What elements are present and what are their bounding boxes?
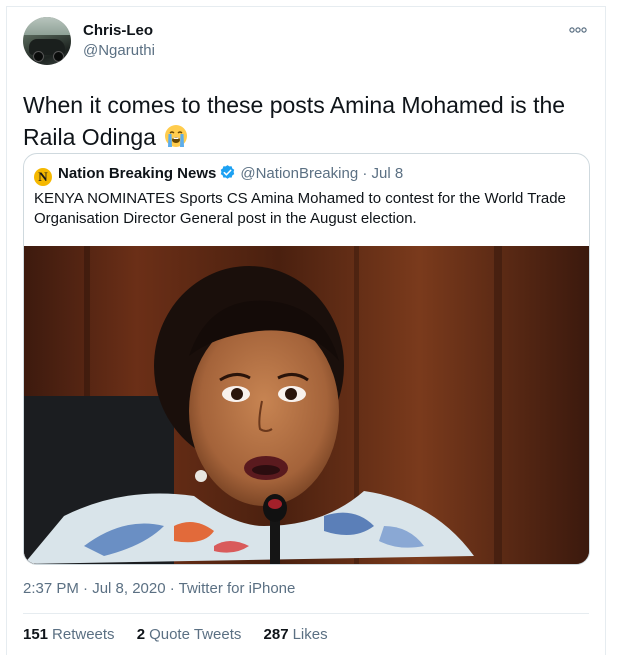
tweet-card: Chris-Leo @Ngaruthi When it comes to the… bbox=[6, 6, 606, 655]
retweets-count: 151 bbox=[23, 626, 49, 643]
quote-tweets-stat[interactable]: 2 Quote Tweets bbox=[137, 626, 242, 643]
retweets-label: Retweets bbox=[52, 626, 115, 643]
quoted-tweet-text: KENYA NOMINATES Sports CS Amina Mohamed … bbox=[34, 190, 566, 227]
likes-stat[interactable]: 287 Likes bbox=[264, 626, 328, 643]
nation-logo-icon: N bbox=[34, 168, 52, 186]
quoted-display-name[interactable]: Nation Breaking News bbox=[58, 165, 216, 182]
loudly-crying-face-icon bbox=[164, 124, 188, 148]
quoted-tweet[interactable]: N Nation Breaking News @NationBreaking · … bbox=[23, 153, 590, 565]
quoted-tweet-header: N Nation Breaking News @NationBreaking · … bbox=[34, 164, 579, 186]
divider bbox=[23, 613, 589, 614]
quote-tweets-count: 2 bbox=[136, 626, 146, 643]
likes-label: Likes bbox=[292, 626, 328, 643]
tweet-header: Chris-Leo @Ngaruthi bbox=[23, 17, 591, 69]
separator-dot: · bbox=[362, 165, 368, 182]
likes-count: 287 bbox=[263, 626, 289, 643]
author-handle[interactable]: @Ngaruthi bbox=[83, 41, 155, 61]
tweet-stats: 151 Retweets 2 Quote Tweets 287 Likes bbox=[23, 625, 346, 645]
tweet-text: When it comes to these posts Amina Moham… bbox=[23, 89, 588, 153]
tweet-timestamp[interactable]: 2:37 PM · Jul 8, 2020 · Twitter for iPho… bbox=[23, 579, 295, 599]
author-display-name[interactable]: Chris-Leo bbox=[83, 21, 155, 41]
tweet-text-body: When it comes to these posts Amina Moham… bbox=[23, 92, 566, 150]
quote-tweets-label: Quote Tweets bbox=[149, 626, 242, 643]
quoted-date[interactable]: Jul 8 bbox=[372, 165, 404, 182]
more-dots-icon[interactable] bbox=[567, 23, 589, 37]
retweets-stat[interactable]: 151 Retweets bbox=[23, 626, 115, 643]
quoted-tweet-photo[interactable] bbox=[24, 246, 589, 564]
avatar[interactable] bbox=[23, 17, 71, 65]
verified-badge-icon bbox=[219, 164, 236, 181]
quoted-handle[interactable]: @NationBreaking bbox=[240, 165, 358, 182]
author-block: Chris-Leo @Ngaruthi bbox=[83, 21, 155, 61]
